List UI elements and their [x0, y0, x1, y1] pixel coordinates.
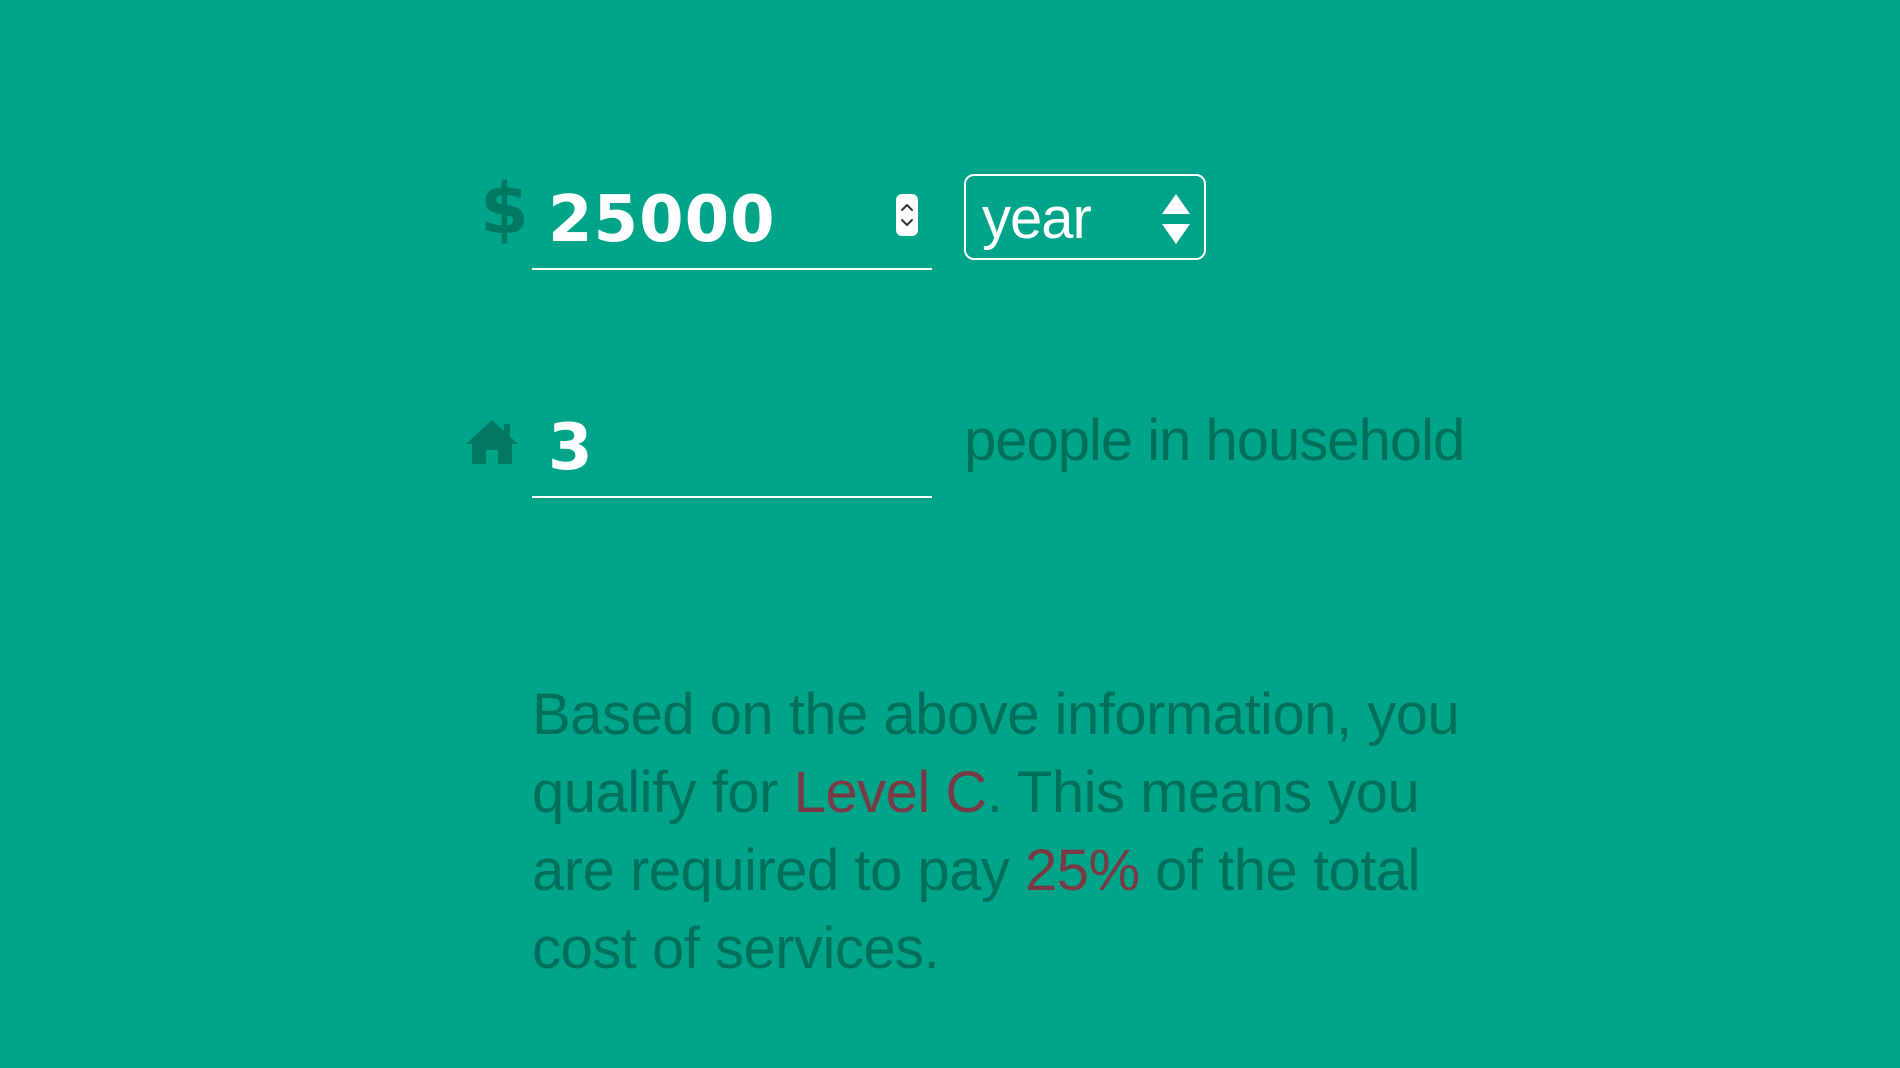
period-select[interactable]: year	[964, 174, 1206, 260]
level-value: Level C	[793, 760, 988, 825]
household-field[interactable]: 3	[532, 400, 932, 498]
income-input[interactable]: 25000	[548, 188, 776, 252]
income-field[interactable]: 25000	[532, 172, 932, 270]
house-icon	[466, 420, 518, 464]
household-label: people in household	[964, 408, 1465, 473]
income-stepper[interactable]	[896, 194, 918, 236]
select-arrows-icon	[1162, 194, 1190, 244]
result-text: Based on the above information, you qual…	[532, 676, 1492, 988]
percent-value: 25%	[1024, 838, 1140, 903]
household-input[interactable]: 3	[548, 416, 594, 480]
dollar-icon: $	[480, 168, 529, 250]
stepper-arrows-icon	[901, 204, 913, 226]
period-select-value: year	[982, 186, 1092, 251]
